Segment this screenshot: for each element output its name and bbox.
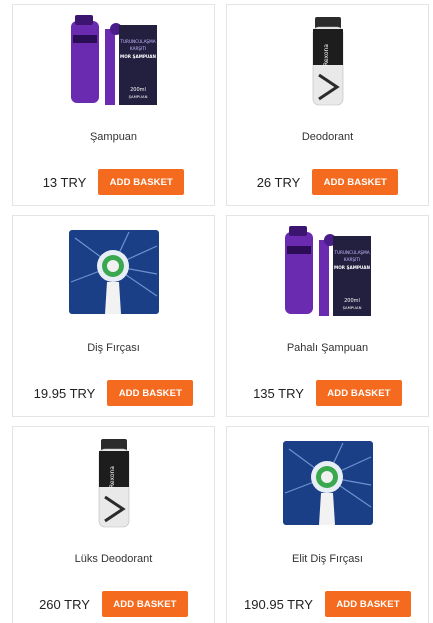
- product-card: TURUNCULAŞMA KARŞITI MOR ŞAMPUAN 200ml Ş…: [12, 4, 215, 206]
- product-name: Pahalı Şampuan: [286, 342, 369, 354]
- svg-text:MOR ŞAMPUAN: MOR ŞAMPUAN: [334, 265, 370, 270]
- svg-text:200ml: 200ml: [130, 87, 146, 93]
- toothbrush-image: [282, 437, 373, 529]
- add-basket-button[interactable]: ADD BASKET: [98, 169, 185, 195]
- svg-text:ŞAMPUAN: ŞAMPUAN: [342, 305, 361, 310]
- product-name: Lüks Deodorant: [74, 553, 153, 565]
- product-card: Diş Fırçası 19.95 TRY ADD BASKET: [12, 215, 215, 417]
- add-basket-button[interactable]: ADD BASKET: [312, 169, 399, 195]
- buy-row: 13 TRY ADD BASKET: [13, 169, 214, 195]
- svg-text:TURUNCULAŞMA: TURUNCULAŞMA: [333, 250, 369, 255]
- add-basket-button[interactable]: ADD BASKET: [107, 380, 194, 406]
- deodorant-image: Rexona: [283, 15, 373, 107]
- svg-text:MOR ŞAMPUAN: MOR ŞAMPUAN: [120, 54, 156, 59]
- product-name: Diş Fırçası: [87, 342, 140, 354]
- toothbrush-image: [68, 226, 159, 318]
- product-price: 13 TRY: [42, 174, 87, 190]
- svg-text:200ml: 200ml: [344, 298, 360, 304]
- svg-text:TURUNCULAŞMA: TURUNCULAŞMA: [119, 39, 155, 44]
- buy-row: 135 TRY ADD BASKET: [227, 380, 428, 406]
- buy-row: 19.95 TRY ADD BASKET: [13, 380, 214, 406]
- product-price: 135 TRY: [253, 385, 304, 401]
- product-card: Rexona Deodorant 26 TRY ADD BASKET: [226, 4, 429, 206]
- buy-row: 260 TRY ADD BASKET: [13, 591, 214, 617]
- svg-text:KARŞITI: KARŞITI: [129, 46, 145, 51]
- product-price: 260 TRY: [39, 596, 90, 612]
- product-name: Deodorant: [301, 131, 354, 143]
- svg-text:KARŞITI: KARŞITI: [343, 257, 359, 262]
- product-name: Elit Diş Fırçası: [292, 553, 363, 565]
- buy-row: 190.95 TRY ADD BASKET: [227, 591, 428, 617]
- product-price: 26 TRY: [256, 174, 301, 190]
- product-card: TURUNCULAŞMA KARŞITI MOR ŞAMPUAN 200ml Ş…: [226, 215, 429, 417]
- product-name: Şampuan: [89, 131, 138, 143]
- buy-row: 26 TRY ADD BASKET: [227, 169, 428, 195]
- add-basket-button[interactable]: ADD BASKET: [315, 380, 402, 406]
- shampoo-image: TURUNCULAŞMA KARŞITI MOR ŞAMPUAN 200ml Ş…: [69, 15, 159, 107]
- product-grid: TURUNCULAŞMA KARŞITI MOR ŞAMPUAN 200ml Ş…: [0, 0, 433, 623]
- svg-text:ŞAMPUAN: ŞAMPUAN: [128, 94, 147, 99]
- add-basket-button[interactable]: ADD BASKET: [324, 591, 411, 617]
- product-card: Rexona Lüks Deodorant 260 TRY ADD BASKET: [12, 426, 215, 623]
- deodorant-image: Rexona: [69, 437, 159, 529]
- product-price: 190.95 TRY: [244, 596, 313, 612]
- product-price: 19.95 TRY: [33, 385, 96, 401]
- svg-text:Rexona: Rexona: [109, 466, 116, 488]
- product-card: Elit Diş Fırçası 190.95 TRY ADD BASKET: [226, 426, 429, 623]
- add-basket-button[interactable]: ADD BASKET: [101, 591, 188, 617]
- shampoo-image: TURUNCULAŞMA KARŞITI MOR ŞAMPUAN 200ml Ş…: [283, 226, 373, 318]
- svg-text:Rexona: Rexona: [323, 44, 330, 66]
